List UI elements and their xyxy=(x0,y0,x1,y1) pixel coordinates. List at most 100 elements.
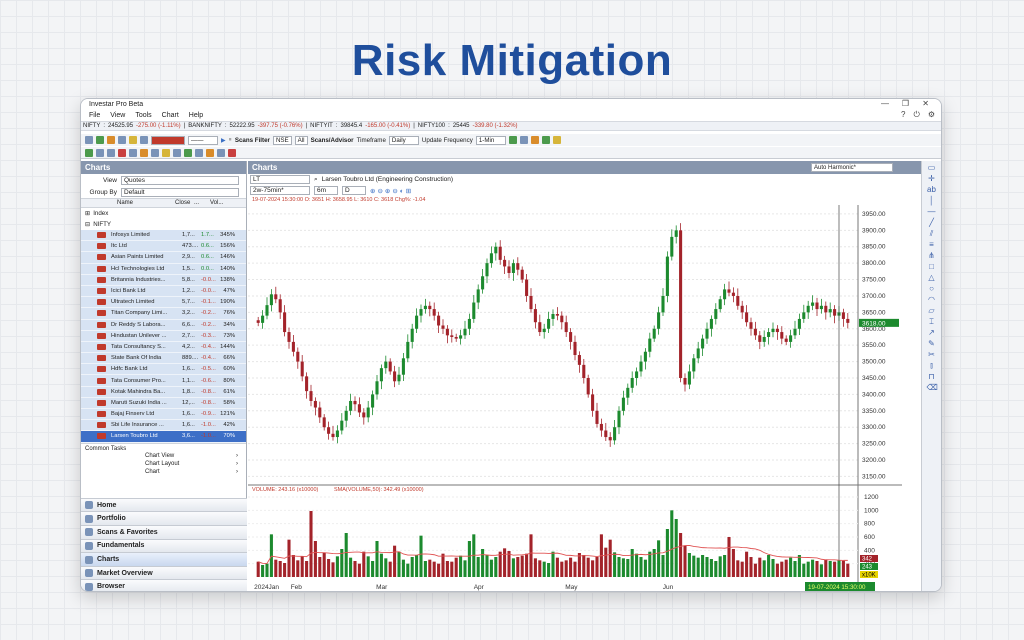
grid-icon[interactable] xyxy=(151,148,159,157)
zoom-in-icon[interactable] xyxy=(96,148,104,157)
quote-row[interactable]: Kotak Mahindra Ba... 1,8... -0.8... 61% xyxy=(81,386,246,398)
quote-row[interactable]: Maruti Suzuki India ... 12,... -0.8... 58% xyxy=(81,397,246,409)
minimize-icon[interactable]: — xyxy=(881,99,889,108)
line-style-picker[interactable]: —— xyxy=(188,135,218,145)
arrow-icon[interactable]: ↗ xyxy=(927,329,937,337)
cursor-icon[interactable]: ▭ xyxy=(927,164,937,172)
quote-row[interactable]: Tata Consumer Pro... 1,1... -0.6... 80% xyxy=(81,375,246,387)
menu-tools[interactable]: Tools xyxy=(135,112,151,119)
quote-row[interactable]: Hindustan Unilever ... 2,7... -0.3... 73% xyxy=(81,330,246,342)
quote-row[interactable]: Icici Bank Ltd 1,2... -0.0... 47% xyxy=(81,285,246,298)
update-frequency-select[interactable]: 1-Min xyxy=(475,135,506,145)
col-close[interactable]: Close xyxy=(175,200,194,206)
quote-row[interactable]: Hdfc Bank Ltd 1,6... -0.5... 60% xyxy=(81,364,246,376)
menu-help[interactable]: Help xyxy=(189,112,203,119)
report-icon[interactable] xyxy=(541,136,550,144)
quote-row[interactable]: Sbi Life Insurance ... 1,6... -1.0... 42% xyxy=(81,420,246,432)
quote-row[interactable]: Tata Consultancy S... 4,2... -0.4... 144% xyxy=(81,341,246,354)
eraser-icon[interactable]: ⌫ xyxy=(927,384,938,392)
collapse-icon[interactable]: ⊟ xyxy=(85,221,90,228)
template-select[interactable]: Auto Harmonic* xyxy=(811,163,893,172)
rectangle-icon[interactable]: □ xyxy=(927,263,937,271)
nav-fundamentals[interactable]: Fundamentals xyxy=(81,538,247,553)
magnet-icon[interactable]: ⊓ xyxy=(927,373,937,381)
quote-row[interactable]: Infosys Limited 1,7... 1.7... 345% xyxy=(81,230,246,242)
nav-market-overview[interactable]: Market Overview xyxy=(81,565,247,580)
symbol-input[interactable]: LT xyxy=(250,175,310,184)
range-select[interactable]: 6m xyxy=(314,186,338,195)
pencil-icon[interactable]: ✎ xyxy=(927,340,937,348)
indicator-icon[interactable] xyxy=(118,136,126,144)
nav-home[interactable]: Home xyxy=(81,497,247,512)
col-volume[interactable]: Vol... xyxy=(210,200,228,206)
layout-select[interactable]: 2w-75min* xyxy=(250,186,310,195)
group-nifty[interactable]: ⊟ NIFTY xyxy=(81,219,246,230)
timeframe-select[interactable]: Daily xyxy=(388,135,419,145)
parallelogram-icon[interactable]: ▱ xyxy=(927,307,937,315)
text-icon[interactable]: ab xyxy=(927,186,937,194)
fib-icon[interactable] xyxy=(140,148,148,157)
fibonacci-icon[interactable]: ≡ xyxy=(927,241,937,249)
pause-icon[interactable]: ⏸ xyxy=(229,136,232,144)
export-icon[interactable] xyxy=(195,148,203,157)
print-icon[interactable] xyxy=(140,136,148,144)
col-change[interactable]: ... xyxy=(194,200,210,206)
exchange-select[interactable]: NSE xyxy=(272,135,292,145)
scissors-icon[interactable]: ✂ xyxy=(927,351,937,359)
nav-portfolio[interactable]: Portfolio xyxy=(81,511,247,526)
price-chart[interactable]: 3950.00 3900.00 3850.00 3800.00 3750.00 3700.… xyxy=(248,205,902,592)
triangle-icon[interactable]: △ xyxy=(927,274,937,282)
scan-icon[interactable] xyxy=(508,136,517,144)
nav-browser[interactable]: Browser xyxy=(81,579,247,591)
restore-icon[interactable]: ❐ xyxy=(902,99,909,108)
layout-icon[interactable] xyxy=(129,136,137,144)
refresh-icon[interactable] xyxy=(85,148,93,157)
search-icon[interactable]: ⌕ xyxy=(314,176,318,184)
menu-chart[interactable]: Chart xyxy=(162,112,179,119)
task-chart-layout[interactable]: Chart Layout xyxy=(85,460,242,468)
draw-icon[interactable] xyxy=(107,136,115,144)
crosshair-icon[interactable]: ✛ xyxy=(927,175,937,183)
menu-view[interactable]: View xyxy=(110,112,125,119)
expand-icon[interactable]: ⊞ xyxy=(85,210,90,217)
power-icon[interactable]: ⏻ xyxy=(914,110,920,120)
quote-row[interactable]: Britannia Industries... 5,8... -0.0... 138% xyxy=(81,274,246,286)
watchlist-icon[interactable] xyxy=(530,136,539,144)
arc-icon[interactable]: ◠ xyxy=(927,296,937,304)
quote-row[interactable]: Titan Company Limi... 3,2... -0.2... 76% xyxy=(81,308,246,320)
quote-row[interactable]: Itc Ltd 473.... 0.6... 156% xyxy=(81,241,246,253)
chart-icon[interactable] xyxy=(96,136,104,144)
stop-icon[interactable] xyxy=(228,148,236,157)
channel-icon[interactable]: ⫽ xyxy=(927,230,937,238)
ellipse-icon[interactable]: ○ xyxy=(927,285,937,293)
save-icon[interactable] xyxy=(162,148,170,157)
measure-icon[interactable]: ⌶ xyxy=(927,318,937,326)
view-select[interactable]: Quotes xyxy=(121,175,239,185)
quote-row[interactable]: Bajaj Finserv Ltd 1,6... -0.9... 121% xyxy=(81,409,246,421)
horizontal-line-icon[interactable]: — xyxy=(927,208,937,216)
crosshair-icon[interactable] xyxy=(129,148,137,157)
scope-select[interactable]: All xyxy=(294,135,308,145)
nav-charts[interactable]: Charts xyxy=(81,552,247,566)
trendline-icon[interactable]: ╱ xyxy=(927,219,937,227)
open-icon[interactable] xyxy=(85,136,93,144)
group-by-select[interactable]: Default xyxy=(121,187,239,197)
zoom-out-icon[interactable] xyxy=(107,148,115,157)
color-picker[interactable] xyxy=(151,135,185,145)
delete-icon[interactable] xyxy=(118,148,126,157)
quote-row[interactable]: Dr Reddy S Labora... 6,6... -0.2... 34% xyxy=(81,319,246,331)
notes-icon[interactable] xyxy=(552,136,561,144)
help-icon[interactable]: ? xyxy=(901,110,905,120)
period-select[interactable]: D xyxy=(342,186,366,195)
close-icon[interactable]: ✕ xyxy=(922,99,929,108)
quote-row[interactable]: Ultratech Limited 5,7... -0.1... 190% xyxy=(81,297,246,309)
col-name[interactable]: Name xyxy=(81,200,175,206)
task-chart[interactable]: Chart xyxy=(85,468,242,476)
settings-icon[interactable]: ⚙ xyxy=(928,110,935,120)
task-chart-view[interactable]: Chart View xyxy=(85,452,242,460)
alert-icon[interactable] xyxy=(519,136,528,144)
vertical-line-icon[interactable]: │ xyxy=(927,197,937,205)
nav-scans-favorites[interactable]: Scans & Favorites xyxy=(81,525,247,539)
group-index[interactable]: ⊞ Index xyxy=(81,208,246,219)
compare-icon[interactable] xyxy=(173,148,181,157)
